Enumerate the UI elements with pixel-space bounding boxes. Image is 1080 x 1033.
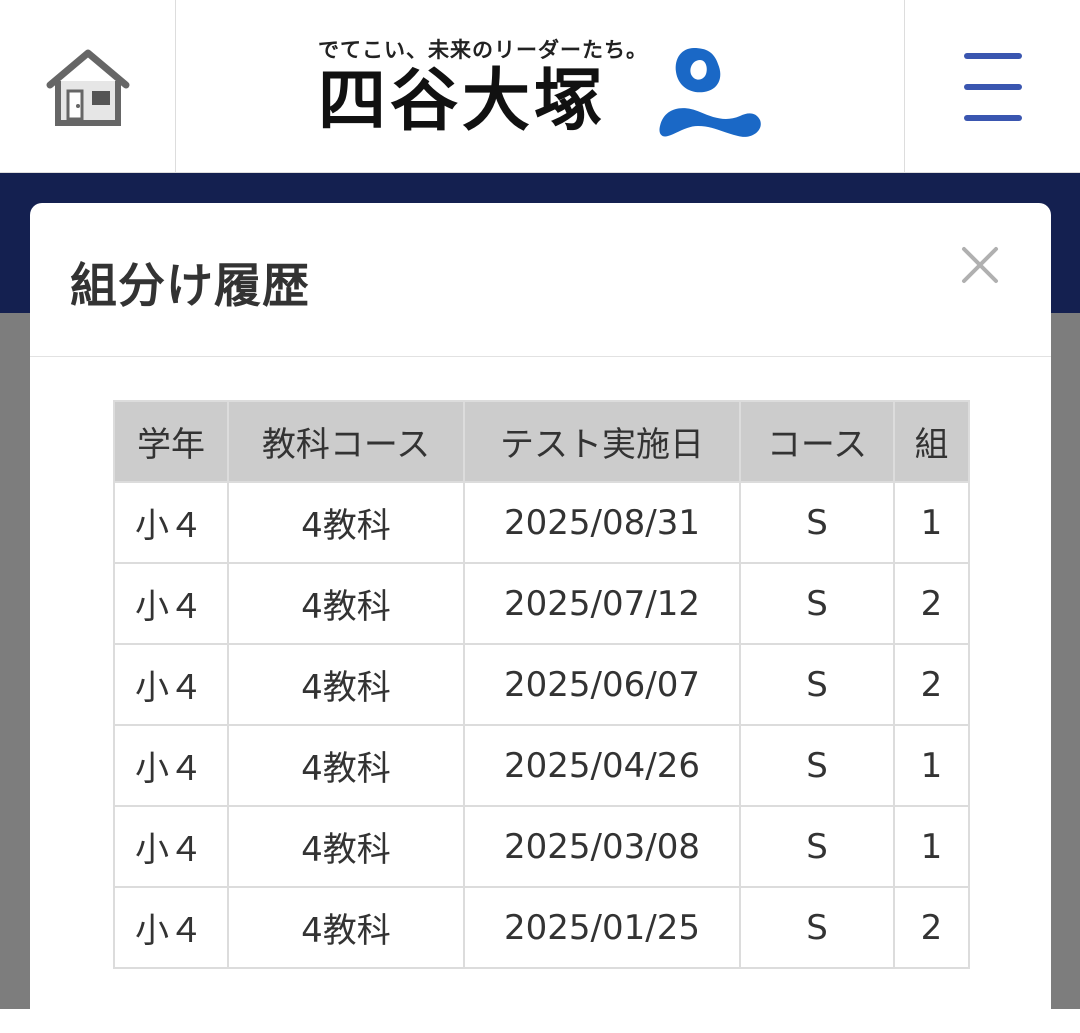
site-header: でてこい、未来のリーダーたち。 四谷大塚	[0, 0, 1080, 173]
modal-header: 組分け履歴	[30, 203, 1051, 357]
table-row: 小４ 4教科 2025/03/08 S 1	[113, 805, 970, 888]
logo-tagline: でてこい、未来のリーダーたち。	[318, 38, 648, 62]
cell-test-date: 2025/03/08	[463, 805, 741, 888]
header-subject-course: 教科コース	[227, 400, 465, 483]
cell-test-date: 2025/08/31	[463, 481, 741, 564]
cell-course: S	[739, 481, 895, 564]
cell-grade: 小４	[113, 805, 229, 888]
cell-grade: 小４	[113, 562, 229, 645]
table-header-row: 学年 教科コース テスト実施日 コース 組	[113, 400, 970, 483]
site-logo[interactable]: でてこい、未来のリーダーたち。 四谷大塚	[318, 30, 768, 145]
table-row: 小４ 4教科 2025/06/07 S 2	[113, 643, 970, 726]
modal-title: 組分け履歴	[70, 259, 310, 314]
cell-course: S	[739, 805, 895, 888]
cell-class: 1	[893, 805, 970, 888]
header-grade: 学年	[113, 400, 229, 483]
hamburger-menu-icon	[963, 52, 1022, 121]
home-button[interactable]	[0, 0, 176, 173]
cell-grade: 小４	[113, 886, 229, 969]
cell-grade: 小４	[113, 643, 229, 726]
house-icon	[46, 49, 129, 126]
cell-class: 2	[893, 643, 970, 726]
table-row: 小４ 4教科 2025/07/12 S 2	[113, 562, 970, 645]
cell-class: 2	[893, 562, 970, 645]
cell-subject-course: 4教科	[227, 481, 465, 564]
cell-grade: 小４	[113, 724, 229, 807]
cell-grade: 小４	[113, 481, 229, 564]
cell-course: S	[739, 886, 895, 969]
cell-course: S	[739, 724, 895, 807]
header-test-date: テスト実施日	[463, 400, 741, 483]
cell-course: S	[739, 643, 895, 726]
class-history-table: 学年 教科コース テスト実施日 コース 組 小４ 4教科 2025/08/31 …	[113, 400, 970, 969]
logo-name: 四谷大塚	[318, 62, 607, 141]
menu-button[interactable]	[904, 0, 1080, 173]
table-row: 小４ 4教科 2025/01/25 S 2	[113, 886, 970, 969]
logo-mark-icon	[659, 48, 761, 137]
cell-subject-course: 4教科	[227, 805, 465, 888]
class-history-modal: 組分け履歴 学年 教科コース テスト実施日 コース 組 小４ 4教科 2025/…	[30, 203, 1051, 1033]
cell-subject-course: 4教科	[227, 724, 465, 807]
cell-test-date: 2025/04/26	[463, 724, 741, 807]
cell-subject-course: 4教科	[227, 643, 465, 726]
cell-subject-course: 4教科	[227, 886, 465, 969]
cell-test-date: 2025/06/07	[463, 643, 741, 726]
header-course: コース	[739, 400, 895, 483]
cell-test-date: 2025/07/12	[463, 562, 741, 645]
header-class: 組	[893, 400, 970, 483]
cell-class: 1	[893, 724, 970, 807]
cell-class: 1	[893, 481, 970, 564]
table-row: 小４ 4教科 2025/04/26 S 1	[113, 724, 970, 807]
table-row: 小４ 4教科 2025/08/31 S 1	[113, 481, 970, 564]
cell-class: 2	[893, 886, 970, 969]
close-icon[interactable]	[958, 243, 1002, 287]
cell-test-date: 2025/01/25	[463, 886, 741, 969]
cell-subject-course: 4教科	[227, 562, 465, 645]
cell-course: S	[739, 562, 895, 645]
